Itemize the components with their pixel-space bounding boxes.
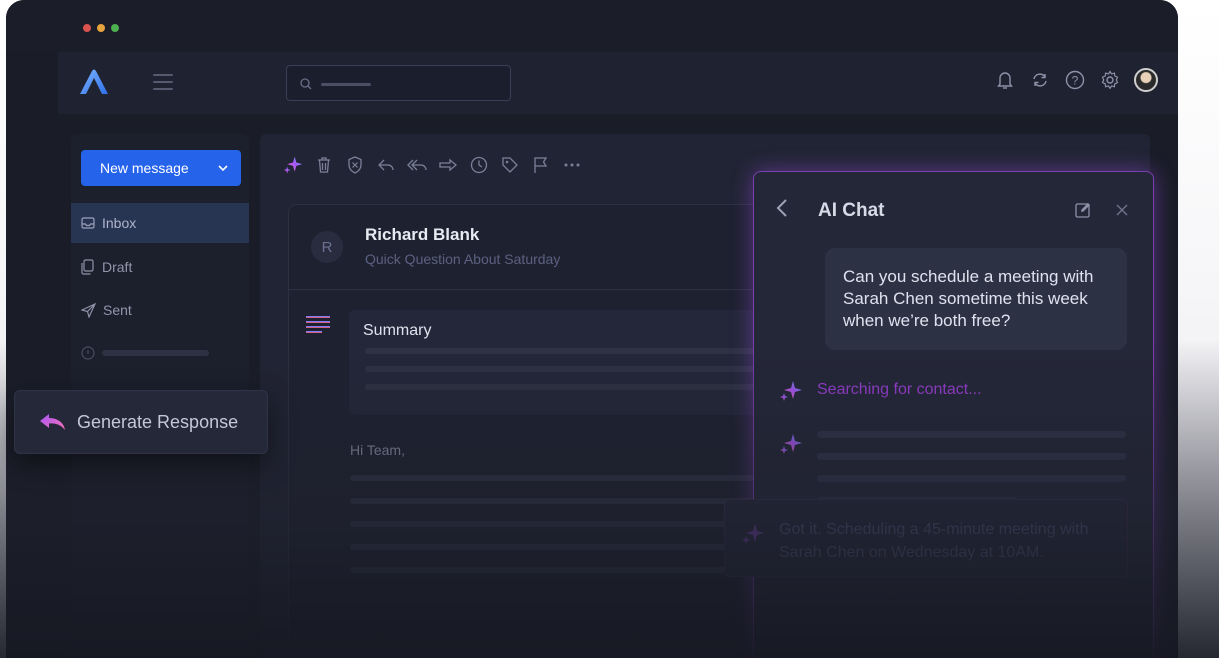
sender-avatar: R (311, 231, 343, 263)
gear-icon[interactable] (1099, 69, 1121, 91)
summary-box: Summary (349, 310, 789, 415)
body-line (350, 567, 770, 573)
body-line (350, 521, 770, 527)
help-icon[interactable]: ? (1064, 69, 1086, 91)
app-logo-icon[interactable] (78, 68, 110, 101)
ai-response-line (817, 431, 1126, 438)
draft-icon (81, 259, 94, 275)
email-header: R Richard Blank Quick Question About Sat… (289, 205, 807, 290)
new-message-label: New message (100, 160, 189, 176)
more-icon[interactable] (562, 154, 582, 176)
message-toolbar (283, 154, 582, 176)
forward-icon[interactable] (438, 154, 458, 176)
ai-sparkle-icon (742, 524, 764, 544)
reply-arrow-icon (40, 414, 65, 430)
summary-line (365, 366, 775, 372)
ai-chat-panel: AI Chat Can you schedule a meeting with … (753, 171, 1154, 658)
sidebar-item-label: Draft (102, 259, 133, 275)
sidebar-item-label: Inbox (102, 215, 137, 231)
user-message-bubble: Can you schedule a meeting with Sarah Ch… (825, 248, 1127, 350)
user-avatar[interactable] (1134, 68, 1158, 92)
clock-icon[interactable] (469, 154, 489, 176)
search-placeholder-bar (321, 83, 371, 86)
ai-status-text: Searching for contact... (817, 381, 982, 398)
new-message-button[interactable]: New message (81, 150, 241, 186)
generate-response-button[interactable]: Generate Response (14, 390, 268, 454)
inbox-icon (81, 217, 95, 229)
ai-chat-title: AI Chat (818, 200, 885, 221)
summary-line (365, 348, 775, 354)
ai-sparkle-icon (780, 381, 802, 401)
ai-response-line (817, 475, 1126, 482)
edit-icon[interactable] (1075, 202, 1091, 218)
ai-reply-text: Got it. Scheduling a 45-minute meeting w… (779, 521, 1089, 561)
close-icon[interactable] (1115, 203, 1129, 217)
top-bar: ? (58, 52, 1178, 114)
ai-response-line (817, 453, 1126, 460)
tag-icon[interactable] (500, 154, 520, 176)
body-line (350, 544, 770, 550)
summary-icon (306, 316, 330, 333)
spam-shield-icon[interactable] (345, 154, 365, 176)
ai-reply-card: Got it. Scheduling a 45-minute meeting w… (724, 499, 1128, 577)
sidebar-item-label: Sent (103, 302, 132, 318)
email-greeting: Hi Team, (350, 442, 405, 458)
menu-icon[interactable] (153, 74, 173, 90)
label-placeholder (102, 350, 209, 356)
generate-response-label: Generate Response (77, 411, 239, 432)
sender-name: Richard Blank (365, 225, 480, 244)
ai-sparkle-icon (780, 434, 802, 454)
top-icons: ? (994, 68, 1158, 92)
reply-icon[interactable] (376, 154, 396, 176)
sync-icon[interactable] (1029, 69, 1051, 91)
reply-all-icon[interactable] (407, 154, 427, 176)
bell-icon[interactable] (994, 69, 1016, 91)
summary-title: Summary (363, 322, 432, 339)
body-line (350, 475, 770, 481)
back-arrow-icon[interactable] (776, 198, 788, 218)
email-subject: Quick Question About Saturday (365, 251, 561, 267)
flag-icon[interactable] (531, 154, 551, 176)
search-input[interactable] (286, 65, 511, 101)
email-card: R Richard Blank Quick Question About Sat… (288, 204, 808, 644)
trash-icon[interactable] (314, 154, 334, 176)
svg-text:?: ? (1072, 74, 1079, 88)
sent-icon (81, 302, 96, 318)
search-icon (300, 78, 312, 90)
chevron-down-icon[interactable] (217, 162, 229, 174)
body-line (350, 498, 770, 504)
sidebar-item-inbox[interactable]: Inbox (71, 203, 249, 243)
summary-line (365, 384, 775, 390)
sidebar-item-sent[interactable]: Sent (71, 290, 249, 330)
warning-icon (81, 346, 95, 360)
sidebar-item-draft[interactable]: Draft (71, 247, 249, 287)
sidebar-item-placeholder[interactable] (71, 333, 249, 373)
ai-sparkle-icon[interactable] (283, 154, 303, 176)
